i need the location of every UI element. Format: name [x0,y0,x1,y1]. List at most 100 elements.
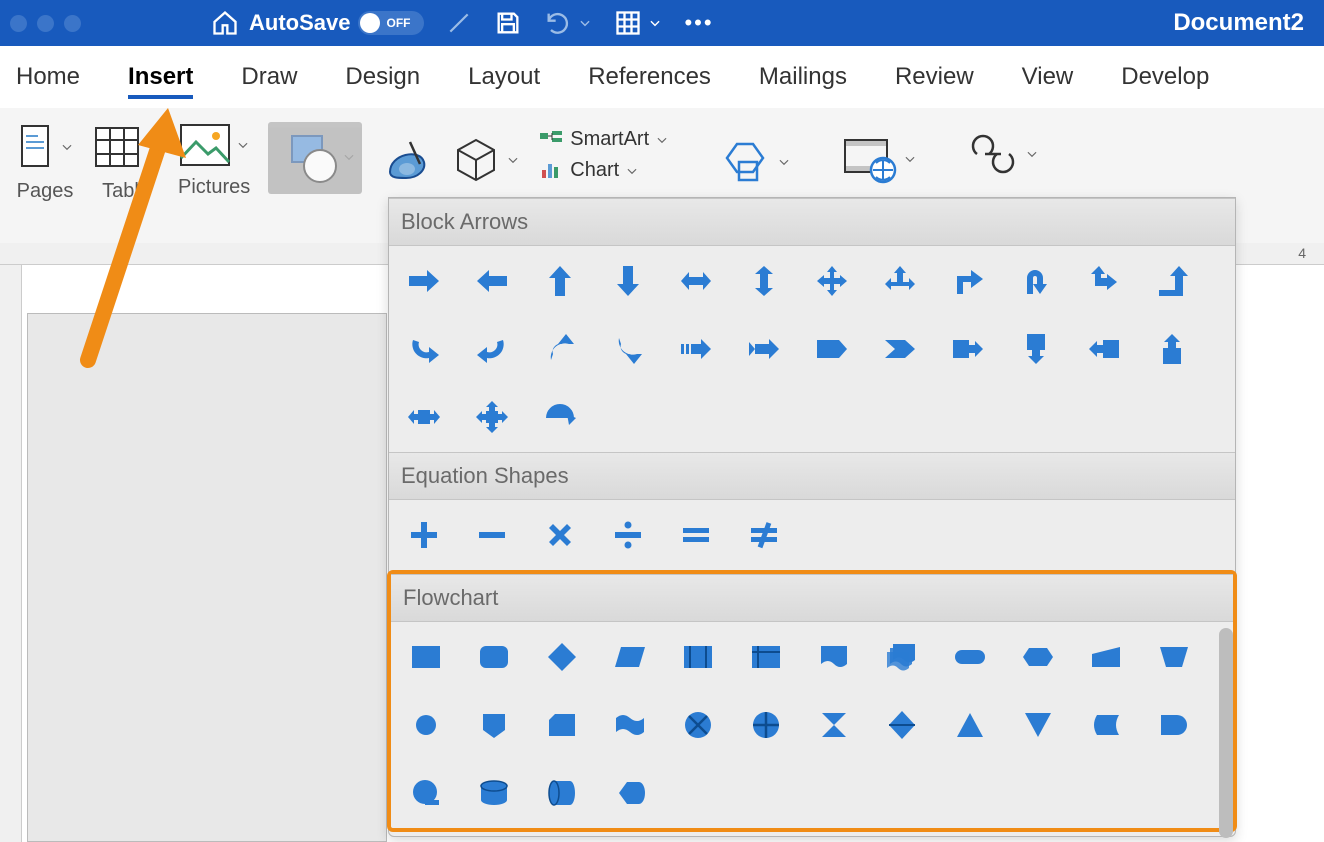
table-button[interactable] [92,122,160,172]
icons-button[interactable] [380,134,432,186]
arrow-bent-icon[interactable] [951,264,985,298]
flowchart-magnetic-disk-icon[interactable] [477,776,511,810]
tab-insert[interactable]: Insert [128,63,193,91]
autosave-toggle[interactable]: OFF [358,11,424,35]
flowchart-merge-icon[interactable] [1021,708,1055,742]
arrow-left-right-icon[interactable] [679,264,713,298]
tab-layout[interactable]: Layout [468,63,540,91]
shapes-button[interactable] [268,122,362,194]
dropdown-scrollbar[interactable] [1219,628,1233,838]
arrow-uturn-right-icon[interactable] [1019,264,1053,298]
arrow-left-up-icon[interactable] [1087,264,1121,298]
flowchart-document-icon[interactable] [817,640,851,674]
flowchart-process-icon[interactable] [409,640,443,674]
arrow-right-icon[interactable] [407,264,441,298]
arrow-curved-right-icon[interactable] [407,332,441,366]
pictures-button[interactable] [178,122,250,168]
arrow-left-icon[interactable] [475,264,509,298]
flowchart-display-icon[interactable] [613,776,647,810]
arrow-quad-callout-icon[interactable] [475,400,509,434]
flowchart-direct-access-storage-icon[interactable] [545,776,579,810]
flowchart-preparation-icon[interactable] [1021,640,1055,674]
undo-icon[interactable] [544,9,572,37]
close-icon[interactable] [10,15,27,32]
chevron-down-icon[interactable] [578,16,592,30]
flowchart-stored-data-icon[interactable] [1089,708,1123,742]
not-equal-icon[interactable] [747,518,781,552]
window-controls[interactable] [10,15,81,32]
flowchart-internal-storage-icon[interactable] [749,640,783,674]
tab-home[interactable]: Home [16,63,80,91]
minus-icon[interactable] [475,518,509,552]
flowchart-seq-access-storage-icon[interactable] [409,776,443,810]
home-icon[interactable] [211,9,239,37]
flowchart-sort-icon[interactable] [885,708,919,742]
online-video-button[interactable] [839,134,917,184]
tab-developer[interactable]: Develop [1121,63,1209,91]
save-icon[interactable] [494,9,522,37]
multiply-icon[interactable] [543,518,577,552]
flowchart-multidocument-icon[interactable] [885,640,919,674]
arrow-circular-icon[interactable] [543,400,577,434]
ruler-mark: 4 [1298,245,1306,261]
arrow-notched-right-icon[interactable] [747,332,781,366]
pages-button[interactable] [16,122,74,172]
flowchart-or-icon[interactable] [749,708,783,742]
chart-button[interactable]: Chart [538,159,669,182]
flowchart-connector-icon[interactable] [409,708,443,742]
arrow-pentagon-icon[interactable] [815,332,849,366]
flowchart-collate-icon[interactable] [817,708,851,742]
arrow-curved-up-icon[interactable] [543,332,577,366]
table-grid-icon[interactable] [614,9,642,37]
arrow-right-callout-icon[interactable] [951,332,985,366]
arrow-down-callout-icon[interactable] [1019,332,1053,366]
minimize-icon[interactable] [37,15,54,32]
arrow-curved-left-icon[interactable] [475,332,509,366]
flowchart-decision-icon[interactable] [545,640,579,674]
tab-mailings[interactable]: Mailings [759,63,847,91]
flowchart-summing-junction-icon[interactable] [681,708,715,742]
arrow-bent-up-icon[interactable] [1155,264,1189,298]
flowchart-card-icon[interactable] [545,708,579,742]
chevron-down-icon[interactable] [648,16,662,30]
flowchart-alt-process-icon[interactable] [477,640,511,674]
arrow-up-callout-icon[interactable] [1155,332,1189,366]
maximize-icon[interactable] [64,15,81,32]
vertical-ruler[interactable] [0,265,22,842]
flowchart-punched-tape-icon[interactable] [613,708,647,742]
flowchart-delay-icon[interactable] [1157,708,1191,742]
arrow-down-icon[interactable] [611,264,645,298]
flowchart-predefined-icon[interactable] [681,640,715,674]
equal-icon[interactable] [679,518,713,552]
tab-review[interactable]: Review [895,63,974,91]
arrow-quad-icon[interactable] [815,264,849,298]
addins-button[interactable] [717,134,791,190]
arrow-up-down-icon[interactable] [747,264,781,298]
plus-icon[interactable] [407,518,441,552]
tab-draw[interactable]: Draw [241,63,297,91]
arrow-left-callout-icon[interactable] [1087,332,1121,366]
3d-models-button[interactable] [450,134,520,186]
chevron-down-icon [903,152,917,166]
tab-view[interactable]: View [1022,63,1074,91]
arrow-up-icon[interactable] [543,264,577,298]
flowchart-data-icon[interactable] [613,640,647,674]
flowchart-terminator-icon[interactable] [953,640,987,674]
arrow-striped-right-icon[interactable] [679,332,713,366]
flowchart-manual-operation-icon[interactable] [1157,640,1191,674]
overflow-menu-icon[interactable]: ••• [684,10,713,36]
document-page[interactable] [27,313,387,842]
flowchart-extract-icon[interactable] [953,708,987,742]
tab-references[interactable]: References [588,63,711,91]
arrow-curved-down-icon[interactable] [611,332,645,366]
arrow-left-right-up-icon[interactable] [883,264,917,298]
arrow-chevron-icon[interactable] [883,332,917,366]
arrow-left-right-callout-icon[interactable] [407,400,441,434]
flowchart-offpage-connector-icon[interactable] [477,708,511,742]
divide-icon[interactable] [611,518,645,552]
links-button[interactable] [965,134,1039,174]
line-tool-icon[interactable] [446,10,472,36]
flowchart-manual-input-icon[interactable] [1089,640,1123,674]
tab-design[interactable]: Design [345,63,420,91]
smartart-button[interactable]: SmartArt [538,128,669,151]
